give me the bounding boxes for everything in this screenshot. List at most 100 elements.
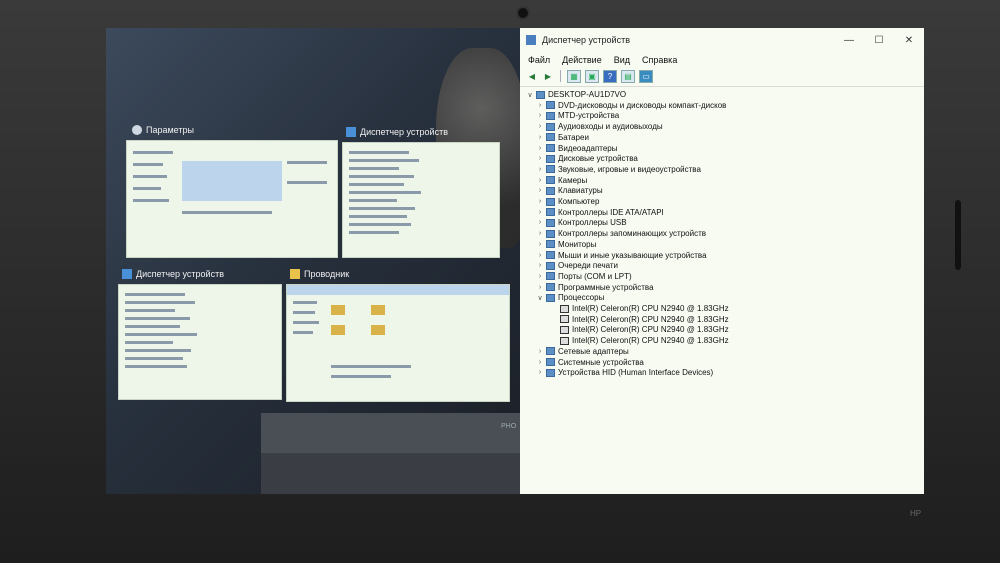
device-category-icon <box>546 358 555 366</box>
chevron-right-icon[interactable]: › <box>536 123 544 130</box>
close-button[interactable]: ✕ <box>894 28 924 52</box>
tree-processor-item[interactable]: Intel(R) Celeron(R) CPU N2940 @ 1.83GHz <box>550 303 729 314</box>
tree-category[interactable]: › Компьютер <box>536 196 600 207</box>
chevron-right-icon[interactable]: › <box>536 348 544 355</box>
show-hidden-icon[interactable]: ▣ <box>585 69 599 83</box>
chevron-right-icon[interactable]: › <box>536 209 544 216</box>
chevron-right-icon[interactable]: › <box>536 177 544 184</box>
tree-processor-item[interactable]: Intel(R) Celeron(R) CPU N2940 @ 1.83GHz <box>550 335 729 346</box>
chevron-right-icon[interactable]: › <box>536 102 544 109</box>
tree-category[interactable]: › Звуковые, игровые и видеоустройства <box>536 164 701 175</box>
tree-node-label: Звуковые, игровые и видеоустройства <box>558 164 701 174</box>
tree-category[interactable]: › Мониторы <box>536 239 596 250</box>
wallpaper-bench <box>261 413 521 453</box>
menu-help[interactable]: Справка <box>642 55 677 65</box>
chevron-right-icon[interactable]: › <box>536 273 544 280</box>
processor-icon <box>560 315 569 324</box>
chevron-right-icon[interactable]: › <box>536 155 544 162</box>
chevron-right-icon[interactable]: › <box>536 198 544 205</box>
thumbnail-title: Диспетчер устройств <box>360 127 448 137</box>
chevron-right-icon[interactable]: › <box>536 359 544 366</box>
tree-node-label: Камеры <box>558 175 588 185</box>
device-category-icon <box>536 90 545 99</box>
tree-category[interactable]: › Клавиатуры <box>536 185 603 196</box>
tree-node-label: Устройства HID (Human Interface Devices) <box>558 368 714 378</box>
monitor-icon[interactable]: ▭ <box>639 69 653 83</box>
thumbnail-preview <box>118 284 282 400</box>
tree-category[interactable]: › Дисковые устройства <box>536 153 638 164</box>
tree-processor-item[interactable]: Intel(R) Celeron(R) CPU N2940 @ 1.83GHz <box>550 324 729 335</box>
chevron-right-icon[interactable]: › <box>536 284 544 291</box>
snap-thumbnail-device-manager-2[interactable]: Диспетчер устройств <box>118 266 284 402</box>
back-icon[interactable]: ◀ <box>526 71 538 82</box>
tree-processor-item[interactable]: Intel(R) Celeron(R) CPU N2940 @ 1.83GHz <box>550 314 729 325</box>
tree-category[interactable]: › DVD-дисководы и дисководы компакт-диско… <box>536 100 727 111</box>
maximize-button[interactable]: ☐ <box>864 28 894 52</box>
chevron-right-icon[interactable]: › <box>536 145 544 152</box>
chevron-down-icon[interactable]: ∨ <box>536 294 544 302</box>
tree-category[interactable]: › Камеры <box>536 175 587 186</box>
tree-category[interactable]: › Порты (COM и LPT) <box>536 271 632 282</box>
processor-icon <box>560 304 569 313</box>
tree-node-label: Мыши и иные указывающие устройства <box>558 250 707 260</box>
tree-category[interactable]: › Видеоадаптеры <box>536 143 618 154</box>
chevron-right-icon[interactable]: › <box>536 166 544 173</box>
snap-thumbnail-device-manager-1[interactable]: Диспетчер устройств <box>342 124 502 258</box>
device-category-icon <box>546 229 555 238</box>
thumbnail-title-bar: Диспетчер устройств <box>346 124 448 140</box>
tree-category[interactable]: › Системные устройства <box>536 357 644 368</box>
chevron-right-icon[interactable]: › <box>536 252 544 259</box>
snap-thumbnail-explorer[interactable]: Проводник <box>286 266 510 402</box>
tree-category[interactable]: › MTD-устройства <box>536 110 619 121</box>
help-icon[interactable]: ? <box>603 69 617 83</box>
chevron-right-icon[interactable]: › <box>536 219 544 226</box>
tree-node-label: DESKTOP-AU1D7VO <box>548 90 627 99</box>
device-category-icon <box>546 165 555 174</box>
tree-category[interactable]: › Программные устройства <box>536 282 654 293</box>
chevron-right-icon[interactable]: › <box>536 187 544 194</box>
tree-category[interactable]: › Контроллеры IDE ATA/ATAPI <box>536 207 664 218</box>
device-manager-icon <box>526 35 536 45</box>
tree-root-computer[interactable]: ∨ DESKTOP-AU1D7VO <box>526 89 626 100</box>
chevron-right-icon[interactable]: › <box>536 230 544 237</box>
tree-category[interactable]: › Сетевые адаптеры <box>536 346 629 357</box>
details-icon[interactable]: ▤ <box>621 69 635 83</box>
chevron-right-icon[interactable]: › <box>536 262 544 269</box>
device-category-icon <box>546 240 555 249</box>
tree-category[interactable]: › Устройства HID (Human Interface Devices… <box>536 367 713 378</box>
tree-category[interactable]: › Контроллеры USB <box>536 217 627 228</box>
tree-node-label: Системные устройства <box>558 357 644 367</box>
device-category-icon <box>546 154 555 163</box>
tree-category[interactable]: › Контроллеры запоминающих устройств <box>536 228 706 239</box>
device-category-icon <box>546 133 555 142</box>
device-category-icon <box>546 144 555 152</box>
minimize-button[interactable]: — <box>834 28 864 52</box>
menu-view[interactable]: Вид <box>614 55 630 65</box>
hinge-edge <box>955 200 961 270</box>
webcam <box>516 6 530 20</box>
tree-category[interactable]: › Очереди печати <box>536 260 618 271</box>
menu-bar: Файл Действие Вид Справка <box>520 52 924 68</box>
properties-icon[interactable]: ▦ <box>567 69 581 83</box>
device-category-icon <box>546 261 555 270</box>
chevron-right-icon[interactable]: › <box>536 112 544 119</box>
chevron-down-icon[interactable]: ∨ <box>526 91 534 99</box>
device-category-icon <box>546 197 555 206</box>
tree-node-label: Процессоры <box>558 293 605 303</box>
tree-category[interactable]: ∨ Процессоры <box>536 292 604 303</box>
chevron-right-icon[interactable]: › <box>536 241 544 248</box>
forward-icon[interactable]: ▶ <box>542 71 554 82</box>
tree-category[interactable]: › Батареи <box>536 132 589 143</box>
tree-node-label: Компьютер <box>558 197 600 206</box>
tree-category[interactable]: › Аудиовходы и аудиовыходы <box>536 121 663 132</box>
tree-node-label: Программные устройства <box>558 282 654 292</box>
snap-thumbnail-settings[interactable]: Параметры <box>126 122 338 258</box>
device-manager-window: Диспетчер устройств — ☐ ✕ Файл Действие … <box>520 28 924 494</box>
thumbnail-title: Параметры <box>146 125 194 135</box>
chevron-right-icon[interactable]: › <box>536 134 544 141</box>
chevron-right-icon[interactable]: › <box>536 369 544 376</box>
device-category-icon <box>546 272 555 281</box>
menu-action[interactable]: Действие <box>562 55 602 65</box>
menu-file[interactable]: Файл <box>528 55 550 65</box>
tree-category[interactable]: › Мыши и иные указывающие устройства <box>536 250 707 261</box>
